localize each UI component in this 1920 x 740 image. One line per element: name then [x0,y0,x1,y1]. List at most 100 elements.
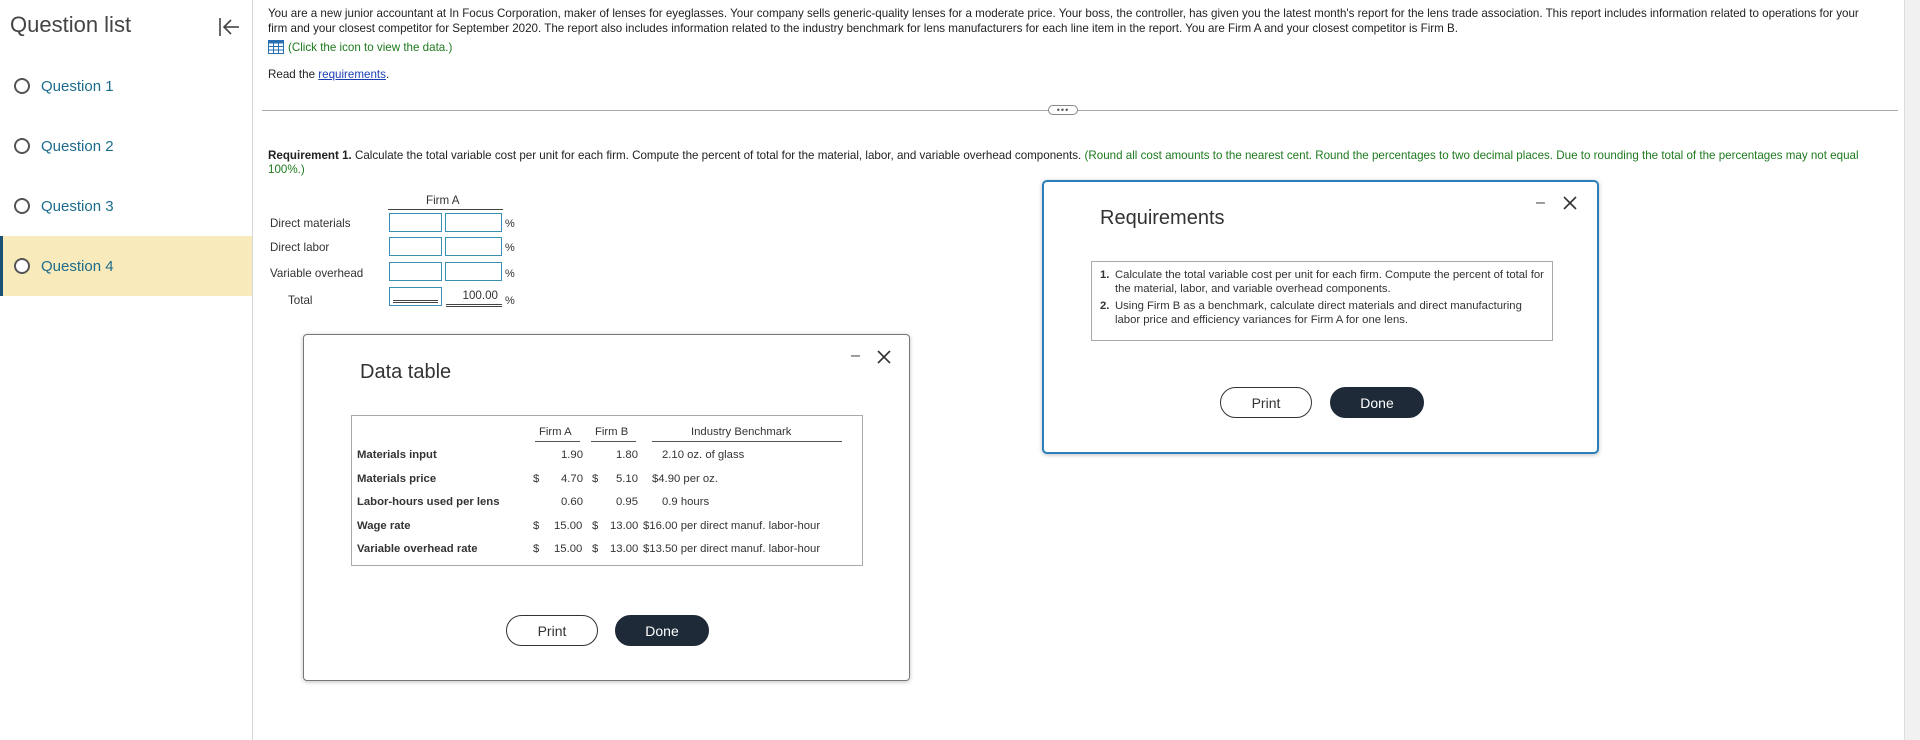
firm-a-value: 0.60 [561,496,583,508]
variable-overhead-percent-input[interactable] [445,262,502,281]
data-table: Firm A Firm B Industry Benchmark Materia… [351,415,863,566]
sidebar-item-question-1[interactable]: Question 1 [0,56,252,116]
row-label-variable-overhead: Variable overhead [270,267,364,280]
sidebar-item-label: Question 1 [41,77,114,95]
radio-icon [14,138,30,154]
requirements-list: 1. Calculate the total variable cost per … [1100,268,1544,327]
row-label-direct-labor: Direct labor [270,241,330,254]
item-text: Using Firm B as a benchmark, calculate d… [1115,300,1522,326]
item-number: 2. [1100,300,1110,312]
header-underline [535,441,580,442]
firm-a-value: 4.70 [561,473,583,485]
view-data-link[interactable]: (Click the icon to view the data.) [268,40,452,54]
requirements-link[interactable]: requirements [318,68,386,81]
item-text: Calculate the total variable cost per un… [1115,269,1544,295]
table-grid-icon[interactable] [268,40,284,54]
column-header: Industry Benchmark [691,426,792,438]
header-underline [652,441,842,442]
sidebar-item-label: Question 4 [41,257,114,275]
requirement-label: Requirement 1. [268,149,352,162]
sidebar-item-label: Question 3 [41,197,114,215]
firm-a-header: Firm A [426,194,460,207]
variable-overhead-cost-input[interactable] [389,262,442,281]
currency-symbol: $ [592,520,599,532]
question-list-sidebar: Question list Question 1 Question 2 Ques… [0,0,253,740]
vertical-scrollbar[interactable] [1904,0,1920,740]
done-button[interactable]: Done [615,615,709,646]
benchmark-value: $4.90 per oz. [652,473,718,485]
row-label: Variable overhead rate [357,543,478,555]
requirement-item: 2. Using Firm B as a benchmark, calculate… [1100,299,1544,327]
firm-b-value: 13.00 [610,520,639,532]
benchmark-value: 0.9 hours [662,496,710,508]
total-cost-input[interactable] [389,287,442,306]
radio-icon [14,78,30,94]
percent-sign: % [505,295,515,307]
direct-labor-cost-input[interactable] [389,237,442,256]
currency-symbol: $ [592,473,599,485]
firm-a-value: 15.00 [554,543,583,555]
divider-drag-handle[interactable]: ••• [1048,105,1078,115]
benchmark-value: $16.00 per direct manuf. labor-hour [643,520,821,532]
direct-labor-percent-input[interactable] [445,237,502,256]
percent-sign: % [505,242,515,254]
percent-sign: % [505,218,515,230]
data-table-dialog: Data table – Firm A Firm B Industry Benc… [303,334,910,681]
row-label-direct-materials: Direct materials [270,217,351,230]
requirement-body: Calculate the total variable cost per un… [351,149,1082,162]
firm-a-value: 1.90 [561,449,583,461]
requirement-1-text: Requirement 1. Calculate the total varia… [268,149,1868,177]
direct-materials-percent-input[interactable] [445,213,502,232]
close-icon[interactable] [876,349,892,365]
requirements-dialog: Requirements – 1. Calculate the total var… [1042,180,1599,454]
currency-symbol: $ [533,543,540,555]
done-button[interactable]: Done [1330,387,1424,418]
currency-symbol: $ [592,543,599,555]
firm-b-value: 0.95 [616,496,638,508]
sidebar-item-label: Question 2 [41,137,114,155]
view-data-text[interactable]: (Click the icon to view the data.) [288,41,452,54]
print-button[interactable]: Print [506,615,598,646]
sidebar-item-question-2[interactable]: Question 2 [0,116,252,176]
firm-b-value: 5.10 [616,473,638,485]
sidebar-title: Question list [10,12,132,37]
row-label: Materials input [357,449,437,461]
sidebar-item-question-3[interactable]: Question 3 [0,176,252,236]
read-prefix: Read the [268,68,319,81]
column-header: Firm A [539,426,572,438]
radio-icon [14,198,30,214]
currency-symbol: $ [533,473,540,485]
benchmark-value: $13.50 per direct manuf. labor-hour [643,543,821,555]
percent-sign: % [505,268,515,280]
direct-materials-cost-input[interactable] [389,213,442,232]
firm-b-value: 13.00 [610,543,639,555]
row-label-total: Total [288,294,313,307]
section-divider [262,110,1898,111]
print-button[interactable]: Print [1220,387,1312,418]
header-underline [591,441,636,442]
requirements-list-box: 1. Calculate the total variable cost per … [1091,261,1553,341]
dialog-title: Requirements [1100,207,1225,229]
double-underline [393,300,438,303]
collapse-sidebar-icon[interactable] [216,14,242,40]
double-underline [446,304,502,307]
close-icon[interactable] [1562,195,1578,211]
row-label: Labor-hours used per lens [357,496,500,508]
sidebar-item-question-4[interactable]: Question 4 [0,236,252,296]
column-header: Firm B [595,426,629,438]
header-underline [388,209,503,210]
question-content: You are a new junior accountant at In Fo… [254,0,1904,740]
benchmark-value: 2.10 oz. of glass [662,449,745,461]
read-requirements: Read the requirements. [268,68,389,81]
firm-b-value: 1.80 [616,449,638,461]
minimize-button[interactable]: – [1536,194,1545,212]
row-label: Materials price [357,473,437,485]
row-label: Wage rate [357,520,411,532]
minimize-button[interactable]: – [851,347,860,365]
read-suffix: . [385,68,390,81]
requirement-item: 1. Calculate the total variable cost per … [1100,268,1544,296]
currency-symbol: $ [533,520,540,532]
total-percent-value: 100.00 [462,289,498,302]
firm-a-value: 15.00 [554,520,583,532]
radio-icon [14,258,30,274]
